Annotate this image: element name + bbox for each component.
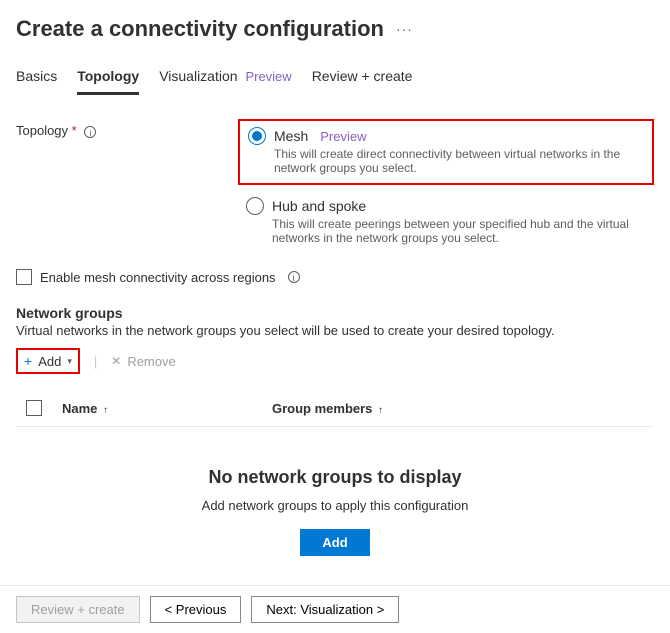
- hubspoke-radio-row[interactable]: Hub and spoke: [246, 197, 646, 215]
- add-button[interactable]: + Add ▾: [16, 348, 80, 374]
- mesh-option-highlight: Mesh Preview This will create direct con…: [238, 119, 654, 185]
- mesh-radio-label: Mesh: [274, 128, 308, 144]
- mesh-preview-badge: Preview: [320, 129, 366, 144]
- empty-state-title: No network groups to display: [16, 467, 654, 488]
- tab-strip: Basics Topology Visualization Preview Re…: [16, 62, 654, 95]
- mesh-regions-checkbox[interactable]: [16, 269, 32, 285]
- more-icon[interactable]: ···: [396, 21, 413, 37]
- required-asterisk: *: [72, 123, 77, 138]
- next-button[interactable]: Next: Visualization >: [251, 596, 399, 623]
- tab-visualization-label: Visualization: [159, 68, 237, 84]
- close-icon: ✕: [111, 354, 121, 368]
- column-name[interactable]: Name ↑: [62, 401, 252, 416]
- plus-icon: +: [24, 353, 32, 369]
- mesh-radio-desc: This will create direct connectivity bet…: [274, 147, 644, 175]
- review-create-button: Review + create: [16, 596, 140, 623]
- network-groups-desc: Virtual networks in the network groups y…: [16, 323, 654, 338]
- mesh-radio-row[interactable]: Mesh Preview: [248, 127, 644, 145]
- remove-button-label: Remove: [127, 354, 175, 369]
- sort-up-icon: ↑: [103, 405, 108, 416]
- mesh-radio[interactable]: [248, 127, 266, 145]
- empty-add-button[interactable]: Add: [300, 529, 369, 556]
- tab-review[interactable]: Review + create: [312, 62, 413, 95]
- network-groups-title: Network groups: [16, 305, 654, 321]
- add-button-label: Add: [38, 354, 61, 369]
- mesh-regions-row[interactable]: Enable mesh connectivity across regions …: [16, 269, 654, 285]
- sort-up-icon: ↑: [378, 405, 383, 416]
- previous-button[interactable]: < Previous: [150, 596, 242, 623]
- hubspoke-radio[interactable]: [246, 197, 264, 215]
- remove-button: ✕ Remove: [111, 354, 175, 369]
- info-icon[interactable]: i: [288, 271, 300, 283]
- column-members[interactable]: Group members ↑: [272, 401, 383, 416]
- page-title: Create a connectivity configuration: [16, 16, 384, 42]
- hubspoke-radio-label: Hub and spoke: [272, 198, 366, 214]
- empty-state-desc: Add network groups to apply this configu…: [16, 498, 654, 513]
- tab-topology[interactable]: Topology: [77, 62, 139, 95]
- tab-basics[interactable]: Basics: [16, 62, 57, 95]
- topology-label: Topology: [16, 123, 68, 138]
- tab-visualization[interactable]: Visualization Preview: [159, 62, 292, 95]
- hubspoke-radio-desc: This will create peerings between your s…: [272, 217, 646, 245]
- preview-badge: Preview: [245, 69, 291, 84]
- select-all-checkbox[interactable]: [26, 400, 42, 416]
- toolbar-divider: |: [94, 354, 97, 369]
- info-icon[interactable]: i: [84, 126, 96, 138]
- mesh-regions-label: Enable mesh connectivity across regions: [40, 270, 276, 285]
- chevron-down-icon: ▾: [67, 356, 72, 367]
